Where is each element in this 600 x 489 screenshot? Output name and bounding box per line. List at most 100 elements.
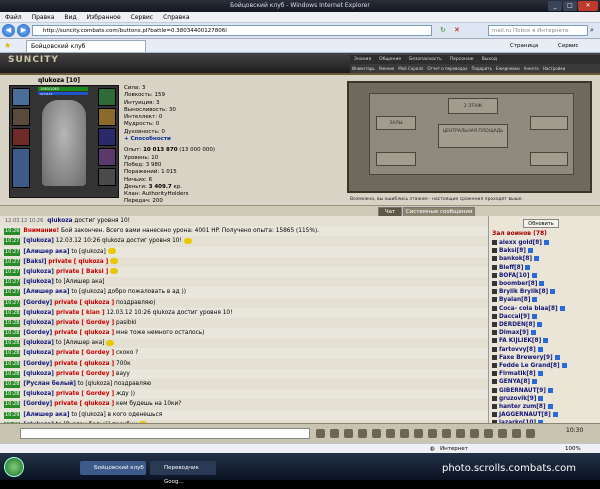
info-icon[interactable]: [531, 313, 537, 319]
stop-icon[interactable]: ✕: [454, 26, 460, 34]
private-icon[interactable]: [492, 322, 497, 327]
chat-nick[interactable]: qlukoza: [47, 218, 72, 224]
chat-nick[interactable]: [Gordey]: [23, 330, 52, 336]
private-icon[interactable]: [492, 272, 497, 278]
refresh-icon[interactable]: ↻: [440, 26, 446, 34]
sound-icon[interactable]: [386, 429, 395, 438]
chat-time[interactable]: 10:28: [4, 370, 21, 378]
room-east[interactable]: [530, 116, 568, 130]
task-translator[interactable]: Переводчик Goog...: [150, 461, 216, 485]
browser-tab[interactable]: Бойцовский клуб: [26, 40, 146, 52]
info-icon[interactable]: [530, 330, 536, 336]
back-icon[interactable]: ◀: [2, 24, 15, 37]
nav-profile[interactable]: Анкета: [522, 64, 541, 73]
chat-nick[interactable]: [Алишер ака]: [23, 412, 69, 418]
chat-input[interactable]: [20, 428, 310, 439]
task-ie[interactable]: Бойцовский клуб: [80, 461, 146, 475]
nav-character[interactable]: Персонаж: [446, 55, 478, 64]
chat-time[interactable]: 10:27: [4, 268, 21, 276]
private-icon[interactable]: [492, 363, 497, 368]
quest-icon[interactable]: [470, 429, 479, 438]
info-icon[interactable]: [547, 387, 553, 393]
nav-gift[interactable]: Подарить: [469, 64, 494, 73]
info-icon[interactable]: [532, 379, 538, 385]
fight-icon[interactable]: [414, 429, 423, 438]
chat-time[interactable]: 10:27: [4, 248, 21, 256]
slot-amulet[interactable]: [12, 108, 30, 126]
chat-time[interactable]: 10:28: [4, 309, 21, 317]
chat-time[interactable]: 10:26: [4, 228, 21, 236]
slot-armor[interactable]: [12, 148, 30, 188]
info-icon[interactable]: [559, 305, 565, 311]
nav-daily[interactable]: Ежедневки: [494, 64, 522, 73]
chat-nick[interactable]: [Gordey]: [23, 361, 52, 367]
chat-settings-icon[interactable]: [400, 429, 409, 438]
info-icon[interactable]: [539, 281, 545, 286]
minimize-button[interactable]: _: [548, 1, 562, 11]
nav-settings[interactable]: Настройки: [541, 64, 568, 73]
chat-nick[interactable]: [qlukoza]: [23, 391, 54, 397]
chat-nick[interactable]: [qlukoza]: [23, 279, 54, 285]
private-icon[interactable]: [492, 371, 497, 377]
chat-nick[interactable]: [Алишер ака]: [23, 289, 69, 295]
private-icon[interactable]: [492, 346, 497, 352]
nav-security[interactable]: Безопасность: [405, 55, 446, 64]
private-icon[interactable]: [492, 379, 497, 385]
tab-chat[interactable]: Чат: [378, 207, 402, 216]
private-icon[interactable]: [492, 395, 497, 401]
menu-tools[interactable]: Сервис: [126, 12, 158, 23]
help-icon[interactable]: [512, 429, 521, 438]
chat-nick[interactable]: [qlukoza]: [23, 320, 54, 326]
slot-belt[interactable]: [98, 148, 116, 166]
private-icon[interactable]: [492, 305, 497, 311]
chat-time[interactable]: 10:28: [4, 319, 21, 327]
private-icon[interactable]: [492, 338, 497, 344]
slot-weapon[interactable]: [12, 128, 30, 146]
chat-time[interactable]: 10:28: [4, 391, 21, 399]
nav-skills[interactable]: Умения: [377, 64, 397, 73]
slot-helmet[interactable]: [12, 88, 30, 106]
service-menu[interactable]: Сервис: [558, 39, 579, 53]
forward-icon[interactable]: ▶: [17, 24, 30, 37]
chat-nick[interactable]: [Алишер ака]: [23, 249, 69, 255]
chat-nick[interactable]: [qlukoza]: [23, 269, 54, 275]
chat-time[interactable]: 10:28: [4, 330, 21, 338]
tab-system-messages[interactable]: Системные сообщения: [403, 207, 475, 216]
private-icon[interactable]: [492, 281, 497, 286]
slot-ring[interactable]: [98, 88, 116, 106]
chat-nick[interactable]: [Baksi]: [23, 259, 46, 265]
private-icon[interactable]: [492, 264, 497, 270]
shop-icon[interactable]: [442, 429, 451, 438]
chat-time[interactable]: 10:27: [4, 299, 21, 307]
menu-file[interactable]: Файл: [0, 12, 27, 23]
private-icon[interactable]: [492, 404, 497, 409]
info-icon[interactable]: [543, 338, 549, 344]
chat-nick[interactable]: [qlukoza]: [23, 350, 54, 356]
chat-time[interactable]: 10:29: [4, 411, 21, 419]
private-icon[interactable]: [492, 240, 497, 245]
inventory-icon[interactable]: [428, 429, 437, 438]
info-icon[interactable]: [550, 289, 556, 295]
chat-time[interactable]: 10:28: [4, 350, 21, 358]
private-icon[interactable]: [492, 387, 497, 393]
chat-time[interactable]: 10:28: [4, 340, 21, 348]
info-icon[interactable]: [537, 322, 543, 327]
room-central-square[interactable]: ЦЕНТРАЛЬНАЯ ПЛОЩАДЬ: [438, 124, 508, 148]
exit-icon[interactable]: [526, 429, 535, 438]
info-icon[interactable]: [537, 346, 543, 352]
url-field[interactable]: http://suncity.combats.com/buttons.pl?ba…: [32, 25, 432, 36]
abilities-link[interactable]: + Способности: [124, 136, 344, 143]
smiles-icon[interactable]: [330, 429, 339, 438]
menu-help[interactable]: Справка: [158, 12, 194, 23]
nav-scroll[interactable]: Мой Скролл: [396, 64, 425, 73]
send-icon[interactable]: [316, 429, 325, 438]
chat-time[interactable]: 10:27: [4, 238, 21, 246]
page-menu[interactable]: Страница: [510, 39, 538, 53]
character-name[interactable]: qlukoza [10]: [38, 77, 80, 84]
search-input[interactable]: mail.ru Поиск в Интернете: [488, 25, 588, 36]
info-icon[interactable]: [554, 354, 560, 360]
favorites-star-icon[interactable]: ★: [4, 41, 11, 50]
character-avatar[interactable]: 1083/1083 117/117: [9, 85, 119, 198]
private-icon[interactable]: [492, 289, 497, 295]
chat-nick[interactable]: [qlukoza]: [23, 238, 54, 244]
